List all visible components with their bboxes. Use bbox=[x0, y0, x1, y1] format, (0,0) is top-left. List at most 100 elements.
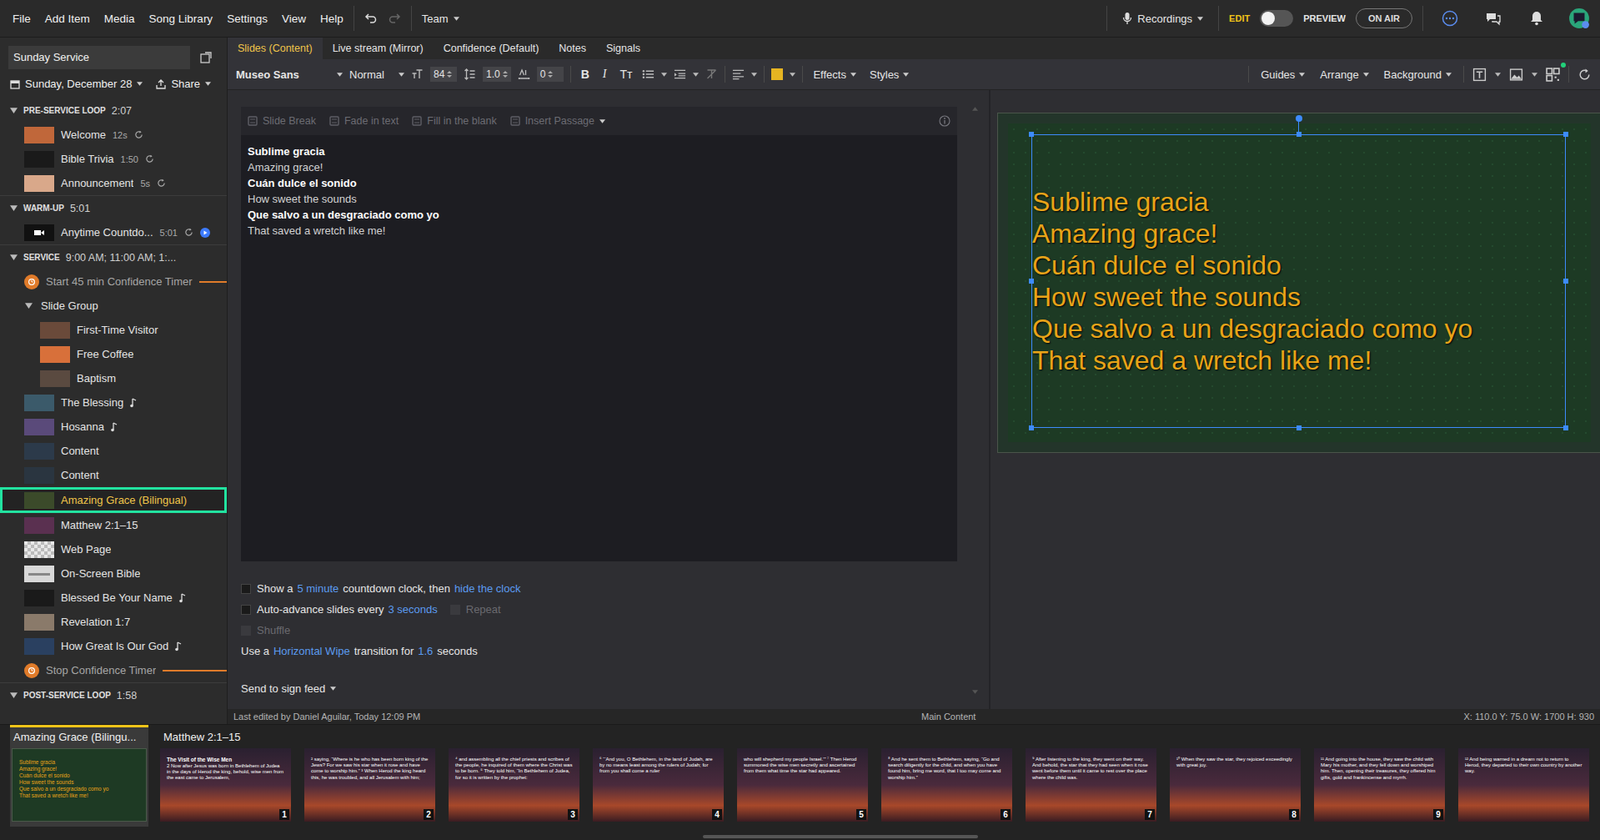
plan-item[interactable]: Bible Trivia1:50 bbox=[0, 146, 227, 171]
slide-thumbnail[interactable]: ² saying, “Where is he who has been born… bbox=[304, 747, 436, 822]
link[interactable]: hide the clock bbox=[454, 581, 522, 595]
group-label[interactable]: Matthew 2:1–15 bbox=[160, 724, 1590, 745]
tab[interactable]: Signals bbox=[596, 37, 651, 60]
clear-format-icon[interactable] bbox=[705, 68, 718, 81]
format-button[interactable]: I bbox=[599, 67, 611, 81]
text-line[interactable]: Cuán dulce el sonido bbox=[247, 175, 951, 191]
bell-icon[interactable] bbox=[1528, 10, 1545, 27]
more-circle-icon[interactable] bbox=[1441, 10, 1459, 27]
text-box[interactable]: Sublime graciaAmazing grace!Cuán dulce e… bbox=[1031, 134, 1566, 428]
link[interactable]: 3 seconds bbox=[387, 602, 437, 616]
slide-thumbnail[interactable]: The Visit of the Wise Men2 Now after Jes… bbox=[160, 747, 291, 822]
slide-thumbnail[interactable]: ⁶ “‘And you, O Bethlehem, in the land of… bbox=[592, 747, 724, 822]
date-picker[interactable]: Sunday, December 28 bbox=[10, 77, 143, 91]
plan-item[interactable]: Matthew 2:1–15 bbox=[0, 512, 227, 537]
menu-item[interactable]: Add Item bbox=[45, 12, 91, 26]
toolbar-menu[interactable]: Effects bbox=[809, 68, 860, 81]
expand-icon[interactable] bbox=[10, 205, 18, 211]
plan-item[interactable]: Anytime Countdo...5:01 bbox=[0, 220, 227, 245]
text-line[interactable]: Sublime gracia bbox=[247, 143, 951, 160]
rotate-handle[interactable] bbox=[1295, 115, 1303, 122]
plan-item[interactable]: Revelation 1:7 bbox=[0, 609, 227, 634]
section-header[interactable]: WARM-UP5:01 bbox=[0, 195, 227, 221]
resize-handle[interactable] bbox=[1563, 278, 1569, 284]
spinner-icon[interactable] bbox=[446, 70, 452, 79]
lyrics-text[interactable]: Sublime graciaAmazing grace!Cuán dulce e… bbox=[240, 135, 958, 247]
resize-handle[interactable] bbox=[1028, 278, 1034, 284]
text-line[interactable]: That saved a wretch like me! bbox=[247, 222, 951, 239]
info-icon[interactable] bbox=[938, 115, 951, 127]
plan-item[interactable]: Slide Group bbox=[0, 293, 227, 318]
font-select[interactable]: Museo Sans bbox=[235, 68, 343, 81]
qr-code-button[interactable] bbox=[1545, 67, 1560, 82]
plan-item[interactable]: On-Screen Bible bbox=[0, 561, 227, 586]
indent-icon[interactable] bbox=[673, 68, 687, 81]
plan-item[interactable]: Free Coffee bbox=[0, 341, 227, 367]
text-line[interactable]: Que salvo a un desgraciado como yo bbox=[247, 206, 951, 223]
avatar-icon[interactable] bbox=[1568, 7, 1590, 30]
resize-handle[interactable] bbox=[1028, 131, 1034, 137]
resize-handle[interactable] bbox=[1296, 131, 1302, 137]
section-header[interactable]: PRE-SERVICE LOOP2:07 bbox=[0, 98, 227, 123]
checkbox[interactable] bbox=[240, 583, 251, 594]
slide-thumbnail[interactable]: ¹² And being warned in a dream not to re… bbox=[1458, 747, 1590, 822]
slide-thumbnail[interactable]: ⁹ After listening to the king, they went… bbox=[1025, 747, 1157, 822]
slide-thumbnail[interactable]: who will shepherd my people Israel.’” ⁷ … bbox=[737, 747, 868, 822]
plan-item[interactable]: Stop Confidence Timer bbox=[0, 657, 227, 683]
slide-thumbnail[interactable]: ⁸ And he sent them to Bethlehem, saying,… bbox=[881, 747, 1013, 822]
plan-item[interactable]: How Great Is Our God bbox=[0, 633, 227, 658]
tab[interactable]: Live stream (Mirror) bbox=[322, 37, 434, 60]
preview-label[interactable]: PREVIEW bbox=[1303, 13, 1346, 24]
slide-thumbnail[interactable]: ¹¹ And going into the house, they saw th… bbox=[1314, 747, 1445, 822]
format-button[interactable]: B bbox=[577, 67, 593, 81]
tab[interactable]: Slides (Content) bbox=[227, 37, 323, 60]
plan-item[interactable]: Welcome12s bbox=[0, 122, 227, 147]
resize-handle[interactable] bbox=[1296, 425, 1302, 431]
menu-item[interactable]: File bbox=[12, 12, 31, 26]
preview-toggle[interactable] bbox=[1259, 10, 1294, 27]
toolbar-menu[interactable]: Guides bbox=[1257, 68, 1309, 81]
group-label[interactable]: Amazing Grace (Bilingu... bbox=[10, 724, 149, 745]
line-height-field[interactable]: 1.0 bbox=[482, 66, 512, 82]
edit-label[interactable]: EDIT bbox=[1228, 13, 1250, 24]
plan-item[interactable]: The Blessing bbox=[0, 390, 227, 415]
menu-item[interactable]: Song Library bbox=[149, 12, 214, 26]
filmstrip-scrollbar[interactable] bbox=[702, 834, 979, 838]
align-icon[interactable] bbox=[732, 68, 745, 81]
plan-item[interactable]: First-Time Visitor bbox=[0, 317, 227, 342]
scroll-down-icon[interactable] bbox=[972, 689, 979, 694]
resize-handle[interactable] bbox=[1028, 425, 1034, 431]
resize-handle[interactable] bbox=[1563, 131, 1569, 137]
text-box-icon[interactable] bbox=[1472, 67, 1487, 82]
slide-thumbnail[interactable]: ¹⁰ When they saw the star, they rejoiced… bbox=[1169, 747, 1301, 822]
bullet-list-icon[interactable] bbox=[642, 68, 655, 81]
weight-select[interactable]: Normal bbox=[349, 68, 405, 81]
text-line[interactable]: Amazing grace! bbox=[247, 159, 951, 176]
section-header[interactable]: POST-SERVICE LOOP1:58 bbox=[0, 682, 227, 708]
tab[interactable]: Confidence (Default) bbox=[433, 37, 550, 60]
format-button[interactable]: Tт bbox=[616, 67, 636, 81]
recordings-menu[interactable]: Recordings bbox=[1117, 11, 1209, 26]
plan-item[interactable]: Amazing Grace (Bilingual) bbox=[0, 486, 227, 513]
link[interactable]: 1.6 bbox=[417, 644, 433, 658]
spinner-icon[interactable] bbox=[502, 70, 508, 79]
tab[interactable]: Notes bbox=[548, 37, 597, 60]
toolbar-menu[interactable]: Styles bbox=[866, 68, 913, 81]
expand-icon[interactable] bbox=[10, 254, 18, 261]
plan-item[interactable]: Baptism bbox=[0, 366, 227, 391]
expand-icon[interactable] bbox=[10, 107, 18, 114]
resize-handle[interactable] bbox=[1563, 425, 1569, 431]
spinner-icon[interactable] bbox=[547, 70, 553, 79]
section-header[interactable]: SERVICE9:00 AM; 11:00 AM; 1:... bbox=[0, 245, 227, 270]
editor-scrollbar[interactable] bbox=[970, 90, 979, 709]
refresh-icon[interactable] bbox=[1577, 67, 1592, 82]
image-icon[interactable] bbox=[1509, 67, 1524, 82]
chat-icon[interactable] bbox=[1484, 10, 1502, 27]
team-menu[interactable]: Team bbox=[421, 12, 460, 26]
toolbar-menu[interactable]: Arrange bbox=[1316, 68, 1372, 81]
text-line[interactable]: How sweet the sounds bbox=[247, 190, 951, 207]
expand-icon[interactable] bbox=[10, 692, 18, 698]
plan-item[interactable]: Announcement5s bbox=[0, 170, 227, 196]
plan-item[interactable]: Web Page bbox=[0, 536, 227, 562]
sign-feed-menu[interactable]: Send to sign feed bbox=[240, 677, 971, 699]
